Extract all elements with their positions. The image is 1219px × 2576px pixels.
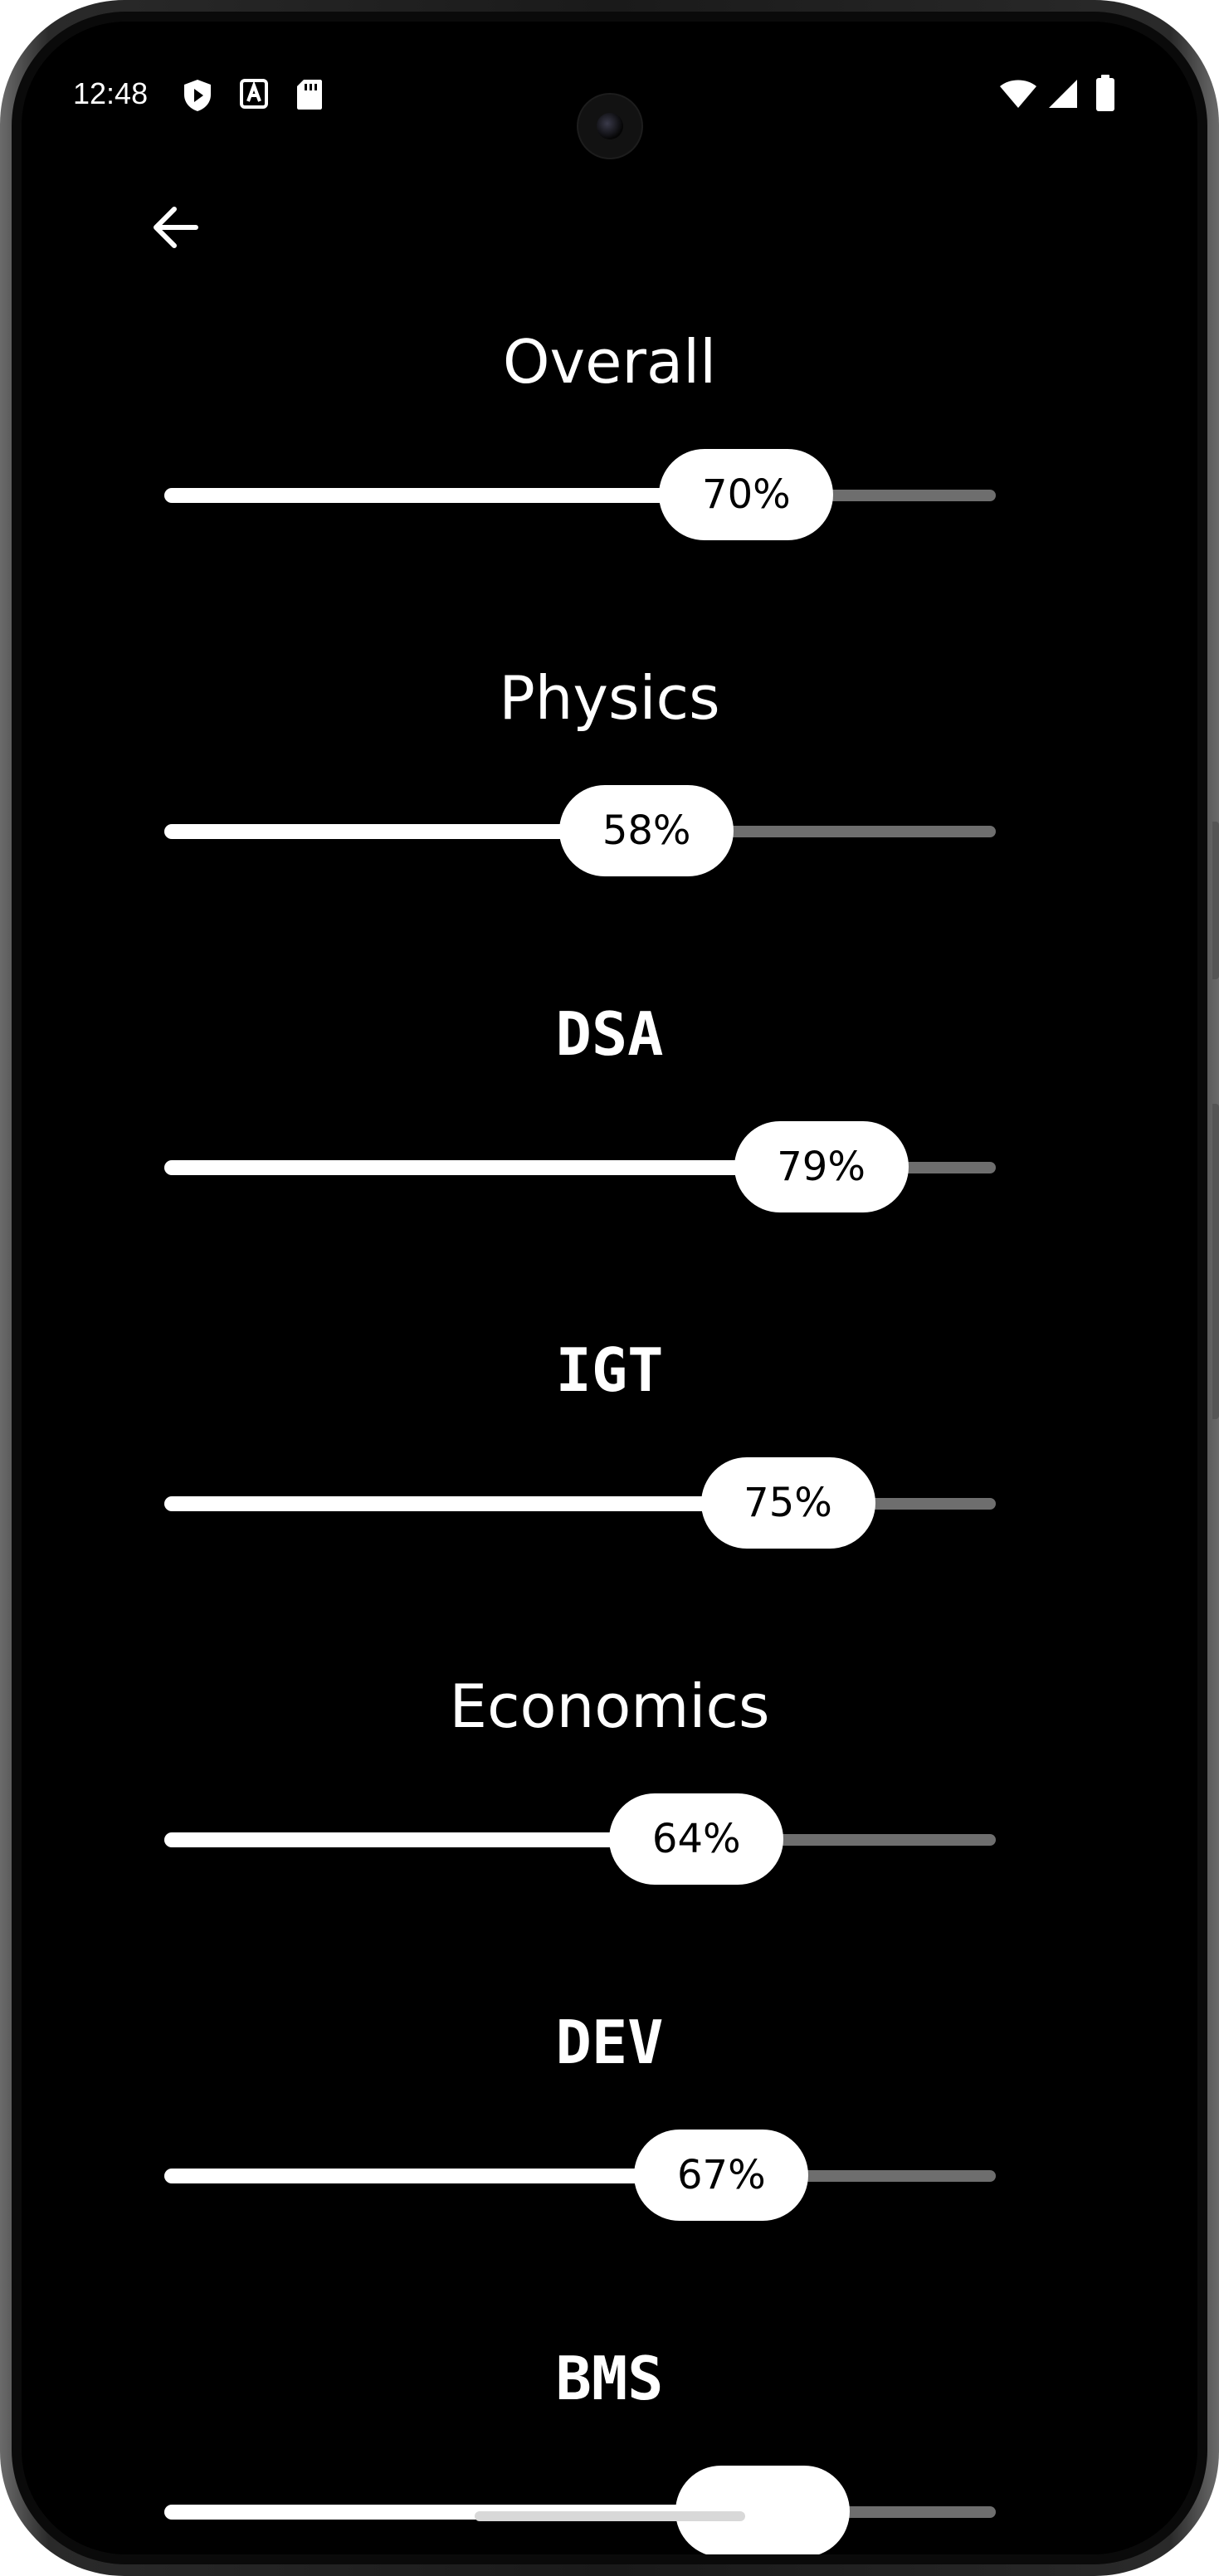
dev-slider[interactable]: 67%	[164, 2130, 996, 2221]
subject-bms: BMS	[22, 2337, 1197, 2554]
device-frame: 12:48 Overall 70% Physics 58% DSA 79% IG…	[0, 0, 1219, 2576]
overall-slider[interactable]: 70%	[164, 449, 996, 540]
slider-thumb[interactable]: 67%	[634, 2130, 809, 2221]
subject-dev: DEV 67%	[22, 2001, 1197, 2250]
slider-track-fill	[164, 1496, 788, 1511]
slider-thumb[interactable]: 70%	[659, 449, 834, 540]
status-time: 12:48	[73, 76, 149, 110]
play-protect-icon	[181, 78, 214, 116]
front-camera	[578, 95, 641, 158]
keyboard-a-icon	[239, 78, 269, 113]
subject-economics: Economics 64%	[22, 1665, 1197, 1914]
subject-dsa: DSA 79%	[22, 993, 1197, 1242]
battery-icon	[1095, 75, 1115, 115]
slider-thumb[interactable]	[675, 2466, 851, 2554]
subject-igt: IGT 75%	[22, 1329, 1197, 1578]
slider-thumb[interactable]: 58%	[559, 785, 734, 876]
volume-button	[1212, 1104, 1219, 1419]
subject-physics: Physics 58%	[22, 656, 1197, 905]
slider-track-fill	[164, 1160, 822, 1175]
igt-slider[interactable]: 75%	[164, 1457, 996, 1549]
subject-title: Economics	[449, 1671, 770, 1741]
subject-title: Physics	[499, 663, 720, 733]
back-button[interactable]	[143, 196, 209, 262]
arrow-left-icon	[149, 201, 202, 257]
subject-title: IGT	[555, 1335, 664, 1405]
subject-title: DSA	[555, 999, 664, 1069]
economics-slider[interactable]: 64%	[164, 1793, 996, 1885]
slider-thumb[interactable]: 64%	[609, 1793, 784, 1885]
dsa-slider[interactable]: 79%	[164, 1121, 996, 1212]
sd-card-icon	[295, 78, 324, 115]
wifi-icon	[999, 80, 1037, 113]
physics-slider[interactable]: 58%	[164, 785, 996, 876]
power-button	[1212, 822, 1219, 979]
home-indicator[interactable]	[474, 2511, 745, 2521]
bms-slider[interactable]	[164, 2466, 996, 2554]
subject-title: BMS	[555, 2344, 664, 2413]
subject-title: Overall	[502, 327, 717, 397]
app-screen: 12:48 Overall 70% Physics 58% DSA 79% IG…	[22, 22, 1197, 2554]
slider-thumb[interactable]: 79%	[734, 1121, 909, 1212]
cellular-signal-icon	[1047, 78, 1079, 113]
subject-overall: Overall 70%	[22, 320, 1197, 569]
subject-title: DEV	[555, 2008, 664, 2077]
device-bezel: 12:48 Overall 70% Physics 58% DSA 79% IG…	[12, 12, 1207, 2564]
slider-thumb[interactable]: 75%	[700, 1457, 875, 1549]
